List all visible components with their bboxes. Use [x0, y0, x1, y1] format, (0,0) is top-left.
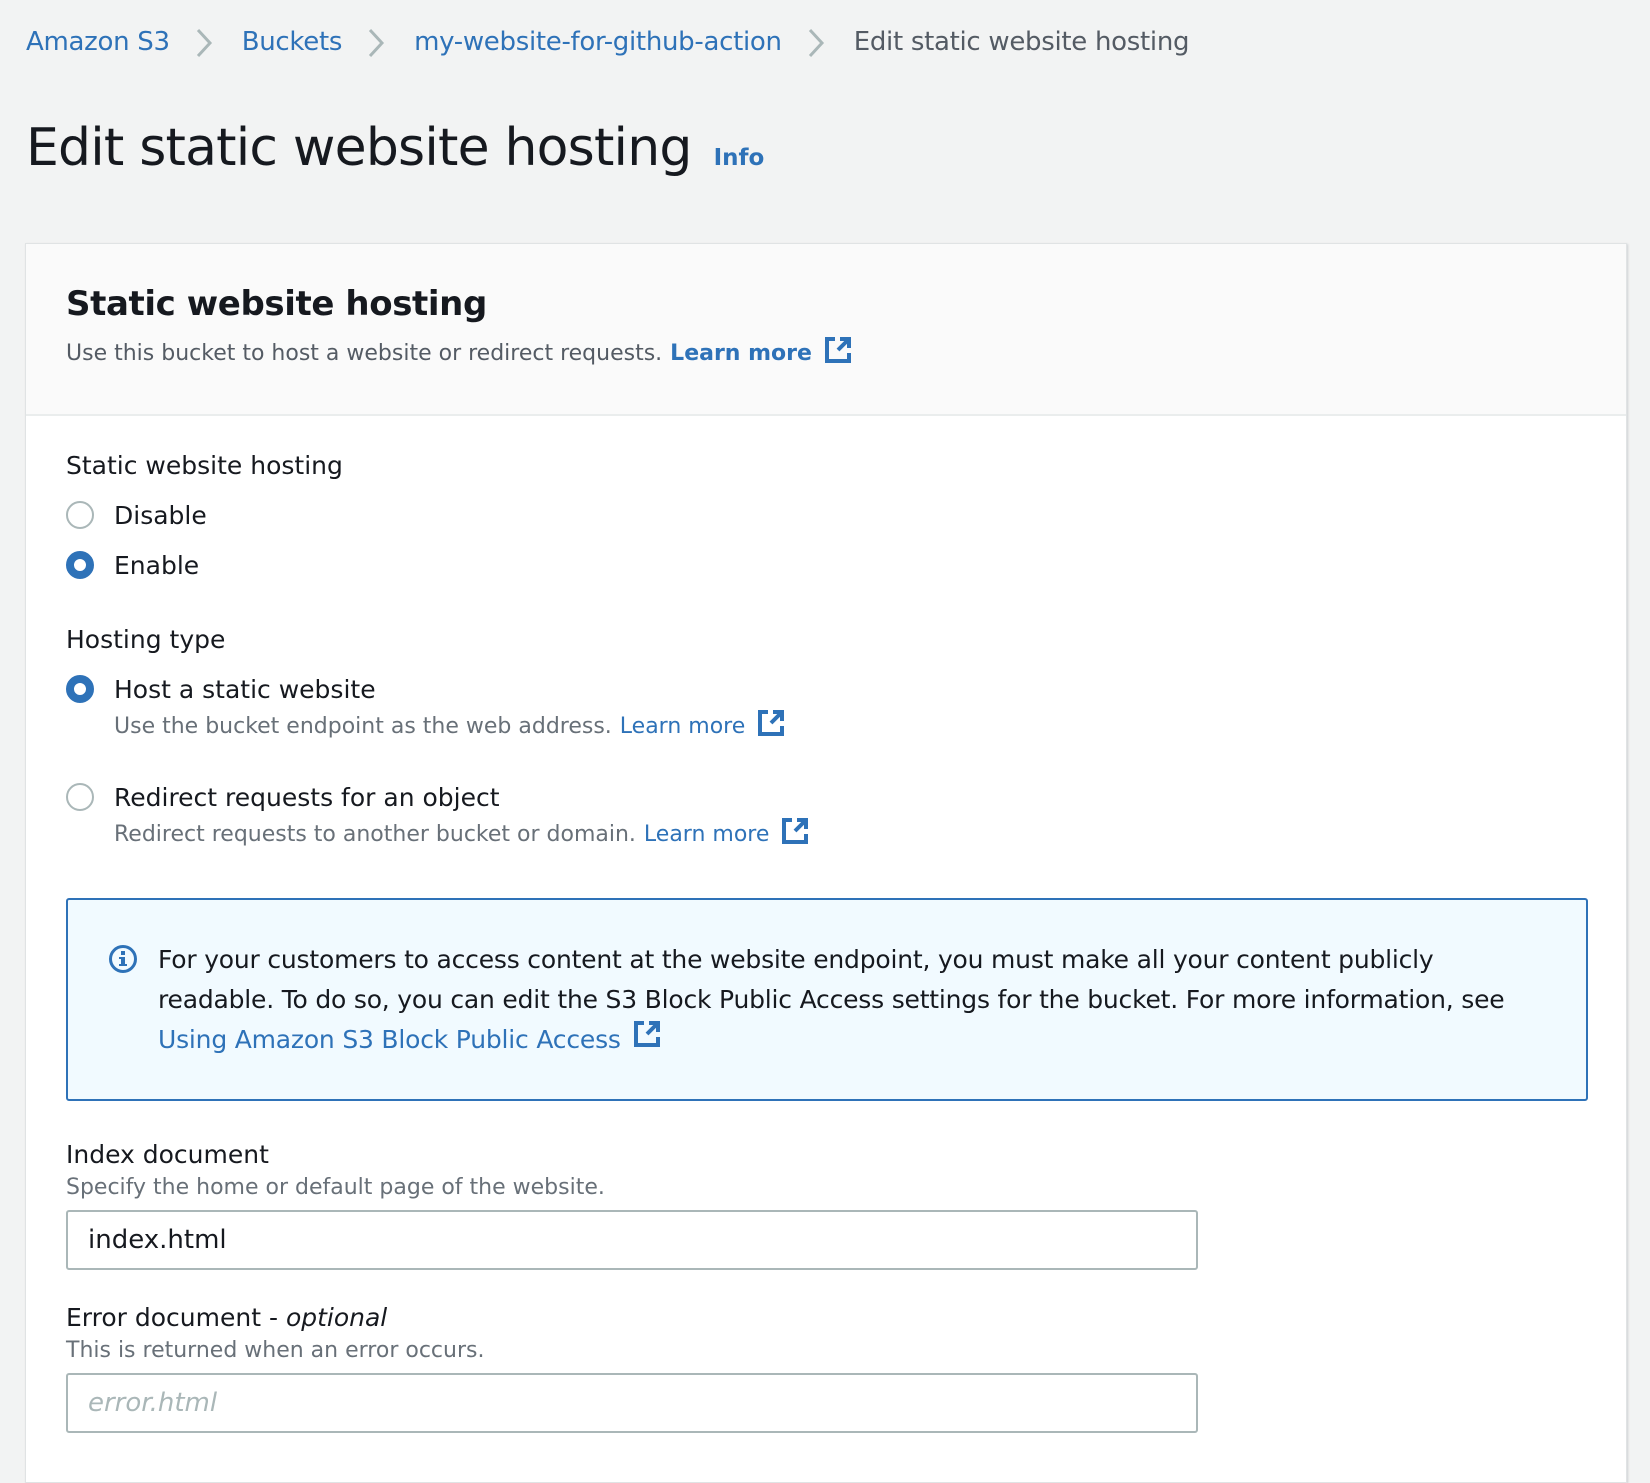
page-header: Edit static website hosting Info [26, 118, 764, 178]
info-link[interactable]: Info [714, 145, 765, 171]
radio-label-disable: Disable [114, 500, 207, 530]
learn-more-link[interactable]: Learn more [620, 714, 745, 739]
error-document-field: Error document - optional This is return… [66, 1300, 1626, 1433]
index-document-field: Index document Specify the home or defau… [66, 1137, 1626, 1270]
hosting-toggle-label: Static website hosting [66, 451, 343, 480]
description-text: Redirect requests to another bucket or d… [114, 821, 636, 847]
radio-host-static-website[interactable]: Host a static website [66, 670, 1626, 708]
panel-header: Static website hosting Use this bucket t… [26, 244, 1626, 416]
chevron-right-icon [342, 22, 414, 62]
alert-text: For your customers to access content at … [158, 945, 1505, 1014]
panel-description-text: Use this bucket to host a website or red… [66, 340, 663, 366]
external-link-icon[interactable] [824, 336, 852, 370]
error-document-label: Error document - optional [66, 1300, 1626, 1336]
radio-disable[interactable]: Disable [66, 496, 1626, 534]
panel-description: Use this bucket to host a website or red… [66, 336, 1626, 370]
error-document-label-text: Error document - [66, 1303, 286, 1332]
radio-button-checked[interactable] [66, 551, 94, 579]
radio-redirect-requests[interactable]: Redirect requests for an object [66, 778, 1626, 816]
radio-description-redirect: Redirect requests to another bucket or d… [114, 818, 1626, 850]
panel-title: Static website hosting [66, 284, 487, 324]
radio-button-checked[interactable] [66, 675, 94, 703]
breadcrumb-buckets[interactable]: Buckets [242, 22, 343, 62]
index-document-label: Index document [66, 1140, 269, 1169]
error-document-description: This is returned when an error occurs. [66, 1338, 485, 1363]
chevron-right-icon [782, 22, 854, 62]
radio-label-host-static: Host a static website [114, 674, 376, 704]
static-website-hosting-panel: Static website hosting Use this bucket t… [25, 243, 1627, 1483]
description-text: Use the bucket endpoint as the web addre… [114, 713, 612, 739]
breadcrumb-bucket-name[interactable]: my-website-for-github-action [414, 22, 782, 62]
index-document-input[interactable] [66, 1210, 1198, 1270]
radio-button-unchecked[interactable] [66, 501, 94, 529]
block-public-access-link[interactable]: Using Amazon S3 Block Public Access [158, 1020, 661, 1060]
external-link-icon[interactable] [781, 817, 809, 851]
radio-label-enable: Enable [114, 550, 200, 580]
alert-message: For your customers to access content at … [158, 940, 1556, 1099]
hosting-type-label: Hosting type [66, 625, 226, 654]
breadcrumb: Amazon S3 Buckets my-website-for-github-… [26, 22, 1190, 62]
alert-link-label: Using Amazon S3 Block Public Access [158, 1025, 621, 1054]
radio-label-redirect: Redirect requests for an object [114, 782, 500, 812]
info-icon [108, 944, 138, 1099]
panel-body: Static website hosting Disable Enable Ho… [26, 416, 1626, 1433]
radio-enable[interactable]: Enable [66, 546, 1626, 584]
external-link-icon[interactable] [757, 709, 785, 743]
optional-label: optional [285, 1303, 388, 1332]
info-alert: For your customers to access content at … [66, 898, 1588, 1101]
breadcrumb-current: Edit static website hosting [853, 27, 1190, 57]
external-link-icon [633, 1020, 661, 1060]
chevron-right-icon [170, 22, 242, 62]
index-document-description: Specify the home or default page of the … [66, 1175, 605, 1200]
learn-more-link[interactable]: Learn more [644, 822, 769, 847]
page-title: Edit static website hosting [26, 118, 692, 178]
breadcrumb-amazon-s3[interactable]: Amazon S3 [26, 22, 170, 62]
radio-button-unchecked[interactable] [66, 783, 94, 811]
learn-more-link[interactable]: Learn more [670, 341, 812, 366]
error-document-input[interactable] [66, 1373, 1198, 1433]
radio-description-host-static: Use the bucket endpoint as the web addre… [114, 710, 1626, 742]
